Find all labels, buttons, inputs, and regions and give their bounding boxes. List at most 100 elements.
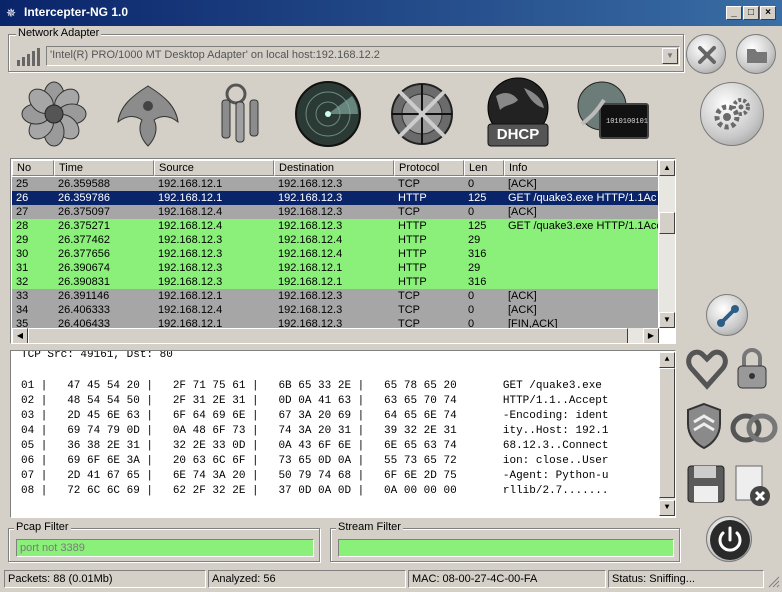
cell-len: 29: [468, 262, 481, 274]
dhcp-globe-icon[interactable]: DHCP: [482, 76, 554, 152]
cell-no: 30: [16, 248, 29, 260]
table-row[interactable]: 34 26.406333 192.168.12.4 192.168.12.3 TCP 0 […: [12, 303, 658, 317]
hex-scroll-thumb[interactable]: [659, 368, 675, 498]
table-row[interactable]: 28 26.375271 192.168.12.4 192.168.12.3 HTTP 1…: [12, 219, 658, 233]
scroll-up-button[interactable]: ▲: [659, 160, 675, 176]
cell-time: 26.359786: [58, 192, 110, 204]
hscroll-thumb[interactable]: [28, 328, 628, 343]
cell-len: 125: [468, 220, 487, 232]
column-header-info[interactable]: Info: [504, 160, 658, 176]
stop-button[interactable]: [686, 34, 726, 74]
column-header-source[interactable]: Source: [154, 160, 274, 176]
table-row[interactable]: 30 26.377656 192.168.12.3 192.168.12.4 HTTP 3…: [12, 247, 658, 261]
scroll-left-button[interactable]: ◀: [12, 328, 28, 343]
gears-icon: [714, 98, 750, 130]
cell-len: 0: [468, 206, 475, 218]
floppy-save-icon[interactable]: [686, 464, 726, 504]
cell-info: [ACK]: [508, 290, 537, 302]
cell-proto: TCP: [398, 206, 420, 218]
minimize-button[interactable]: _: [726, 6, 742, 20]
rings-icon[interactable]: [730, 410, 778, 446]
app-icon: ✵: [6, 6, 17, 20]
status-analyzed: Analyzed: 56: [208, 570, 406, 588]
radar-icon[interactable]: [292, 76, 364, 152]
window-title: Intercepter-NG 1.0: [24, 5, 129, 19]
cell-no: 25: [16, 178, 29, 190]
pcap-filter-label: Pcap Filter: [14, 521, 71, 533]
table-row[interactable]: 32 26.390831 192.168.12.3 192.168.12.1 HTTP 3…: [12, 275, 658, 289]
column-header-time[interactable]: Time: [54, 160, 154, 176]
cell-proto: HTTP: [398, 192, 427, 204]
terminal-screen-text: 1010100101: [606, 118, 649, 126]
link-button[interactable]: [706, 294, 748, 336]
hex-line: 01 | 47 45 54 20 | 2F 71 75 61 | 6B 65 3…: [21, 380, 602, 392]
flower-icon[interactable]: [18, 76, 90, 152]
resize-grip-icon[interactable]: [766, 574, 780, 588]
cell-no: 26: [16, 192, 29, 204]
title-bar[interactable]: ✵ Intercepter-NG 1.0 _ □ ×: [0, 0, 782, 26]
cell-len: 125: [468, 192, 487, 204]
cell-proto: HTTP: [398, 262, 427, 274]
column-header-protocol[interactable]: Protocol: [394, 160, 464, 176]
column-header-len[interactable]: Len: [464, 160, 504, 176]
power-button[interactable]: [706, 516, 752, 562]
cell-src: 192.168.12.4: [158, 304, 223, 316]
cell-src: 192.168.12.4: [158, 206, 223, 218]
open-file-button[interactable]: [736, 34, 776, 74]
clear-document-icon[interactable]: [732, 464, 772, 508]
power-icon: [710, 520, 750, 560]
cell-proto: TCP: [398, 178, 420, 190]
hex-scroll-down-button[interactable]: ▼: [659, 500, 675, 516]
hex-vscroll[interactable]: ▲ ▼: [659, 352, 675, 516]
cell-info: GET /quake3.exe HTTP/1.1Ac: [508, 192, 657, 204]
cell-time: 26.391146: [58, 290, 110, 302]
phoenix-icon[interactable]: [112, 76, 184, 152]
table-hscroll[interactable]: ◀ ▶: [12, 328, 659, 343]
hex-dump-panel[interactable]: TCP Src: 49161, Dst: 80 01 | 47 45 54 20…: [10, 350, 676, 518]
hex-scroll-up-button[interactable]: ▲: [659, 352, 675, 368]
stream-filter-label: Stream Filter: [336, 521, 403, 533]
table-row[interactable]: 26 26.359786 192.168.12.1 192.168.12.3 HTTP 1…: [12, 191, 658, 205]
cell-dst: 192.168.12.3: [278, 178, 343, 190]
cell-src: 192.168.12.1: [158, 290, 223, 302]
network-adapter-label: Network Adapter: [16, 27, 102, 39]
table-row[interactable]: 31 26.390674 192.168.12.3 192.168.12.1 HTTP 2…: [12, 261, 658, 275]
stream-filter-input[interactable]: [338, 539, 674, 557]
column-header-no[interactable]: No: [12, 160, 54, 176]
settings-button[interactable]: [700, 82, 764, 146]
cell-len: 0: [468, 304, 475, 316]
table-row[interactable]: 27 26.375097 192.168.12.4 192.168.12.3 TCP 0 […: [12, 205, 658, 219]
cell-info: [ACK]: [508, 178, 537, 190]
cell-len: 0: [468, 178, 475, 190]
cell-proto: TCP: [398, 304, 420, 316]
table-vscroll[interactable]: ▲ ▼: [659, 160, 675, 328]
cell-len: 316: [468, 248, 487, 260]
cell-dst: 192.168.12.3: [278, 290, 343, 302]
scroll-right-button[interactable]: ▶: [643, 328, 659, 343]
cell-dst: 192.168.12.3: [278, 304, 343, 316]
scroll-thumb[interactable]: [659, 212, 675, 234]
pcap-filter-input[interactable]: port not 3389: [16, 539, 314, 557]
table-row[interactable]: 25 26.359588 192.168.12.1 192.168.12.3 TCP 0 […: [12, 177, 658, 191]
padlock-icon[interactable]: [734, 346, 770, 392]
scroll-down-button[interactable]: ▼: [659, 312, 675, 328]
maximize-button[interactable]: □: [743, 6, 759, 20]
chevron-down-icon[interactable]: ▼: [662, 48, 678, 64]
column-header-destination[interactable]: Destination: [274, 160, 394, 176]
shield-icon[interactable]: [684, 402, 724, 450]
heart-icon[interactable]: [686, 346, 728, 392]
cell-no: 31: [16, 262, 29, 274]
network-terminal-icon[interactable]: 1010100101: [576, 76, 649, 152]
adapter-select[interactable]: 'Intel(R) PRO/1000 MT Desktop Adapter' o…: [46, 46, 680, 66]
cell-no: 29: [16, 234, 29, 246]
cell-src: 192.168.12.3: [158, 234, 223, 246]
close-window-button[interactable]: ×: [760, 6, 776, 20]
folder-icon: [747, 49, 767, 63]
cell-info: [504, 233, 658, 247]
cell-no: 33: [16, 290, 29, 302]
table-row[interactable]: 29 26.377462 192.168.12.3 192.168.12.4 HTTP 2…: [12, 233, 658, 247]
table-row[interactable]: 33 26.391146 192.168.12.1 192.168.12.3 TCP 0 […: [12, 289, 658, 303]
packet-table[interactable]: No Time Source Destination Protocol Len …: [10, 158, 676, 344]
crosshair-icon[interactable]: [386, 76, 458, 152]
keys-icon[interactable]: [208, 76, 280, 152]
